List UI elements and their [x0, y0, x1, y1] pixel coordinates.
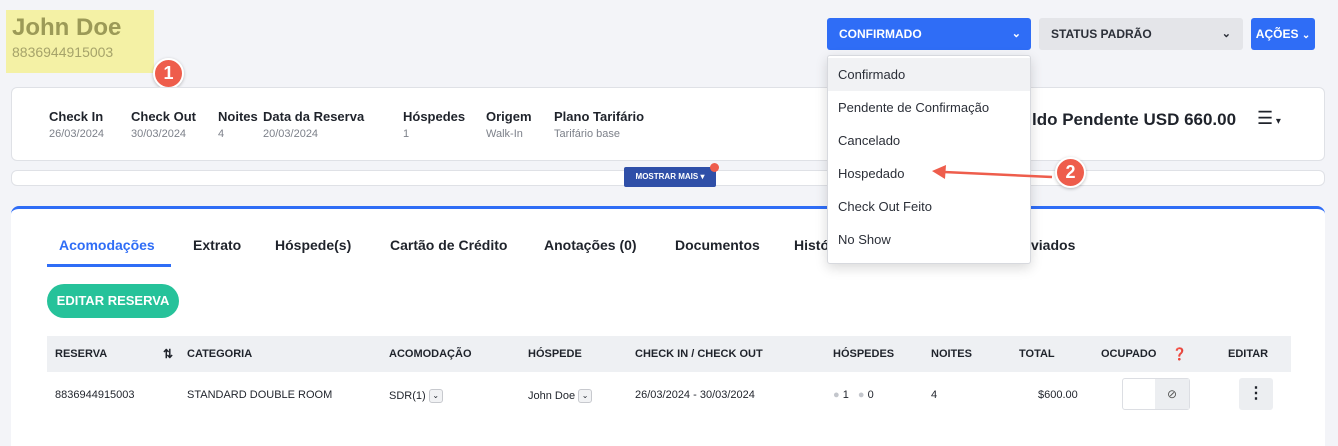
chevron-down-icon: ⌄: [1011, 28, 1021, 40]
active-tab-underline: [47, 264, 171, 267]
tab-statement[interactable]: Extrato: [193, 237, 241, 253]
hamburger-menu-icon[interactable]: ☰ ▾: [1257, 108, 1281, 129]
check-in-label: Check In: [49, 109, 104, 124]
help-icon[interactable]: ❓: [1172, 347, 1187, 361]
origin-label: Origem: [486, 109, 532, 124]
cell-dates: 26/03/2024 - 30/03/2024: [635, 389, 755, 401]
summary-booking-date: Data da Reserva 20/03/2024: [263, 109, 364, 140]
chevron-down-icon: ⌄: [1221, 28, 1231, 40]
tab-history[interactable]: Histó: [794, 237, 829, 253]
cell-nights: 4: [931, 389, 938, 401]
child-icon: ●: [857, 389, 865, 401]
rate-plan-label: Plano Tarifário: [554, 109, 645, 124]
summary-check-in: Check In 26/03/2024: [49, 109, 104, 140]
nights-label: Noites: [218, 109, 258, 124]
status-option-confirmed[interactable]: Confirmado: [828, 58, 1030, 91]
block-icon: ⊘: [1155, 379, 1189, 409]
status-option-checked-out[interactable]: Check Out Feito: [828, 190, 1030, 223]
adults-value: 1: [842, 389, 849, 401]
origin-value: Walk-In: [486, 128, 523, 140]
guest-id: 8836944915003: [12, 44, 114, 60]
guests-value: 1: [403, 128, 410, 140]
annotation-arrow-icon: [932, 165, 1053, 179]
rate-plan-value: Tarifário base: [554, 128, 621, 140]
cell-guest: John Doe ⌄: [528, 389, 593, 403]
summary-rate-plan: Plano Tarifário Tarifário base: [554, 109, 644, 140]
edit-reservation-button[interactable]: EDITAR RESERVA: [47, 284, 179, 318]
step-badge-1: 1: [153, 58, 184, 89]
guests-label: Hóspedes: [403, 109, 466, 124]
summary-check-out: Check Out 30/03/2024: [131, 109, 196, 140]
col-reservation[interactable]: RESERVA: [55, 348, 107, 360]
step-badge-2: 2: [1055, 157, 1086, 188]
row-edit-menu-button[interactable]: ⋮: [1239, 378, 1273, 410]
check-out-value: 30/03/2024: [131, 128, 187, 140]
tab-notes[interactable]: Anotações (0): [544, 237, 637, 253]
notification-dot: [710, 163, 719, 172]
reservation-summary: Check In 26/03/2024 Check Out 30/03/2024…: [11, 87, 1325, 161]
cell-room: SDR(1) ⌄: [389, 389, 443, 403]
cell-category: STANDARD DOUBLE ROOM: [187, 389, 333, 401]
room-value: SDR(1): [389, 389, 426, 402]
sort-icon[interactable]: ⇅: [163, 347, 173, 361]
summary-origin: Origem Walk-In: [486, 109, 532, 140]
show-more-button[interactable]: MOSTRAR MAIS ▾: [624, 167, 716, 187]
cell-reservation: 8836944915003: [55, 389, 135, 401]
status-label: CONFIRMADO: [839, 27, 922, 41]
children-value: 0: [867, 389, 874, 401]
guest-select[interactable]: ⌄: [578, 389, 593, 403]
guest-header: John Doe 8836944915003: [6, 10, 154, 73]
status-option-pending[interactable]: Pendente de Confirmação: [828, 91, 1030, 124]
tab-accommodations[interactable]: Acomodações: [59, 237, 155, 253]
tab-sent[interactable]: viados: [1031, 237, 1075, 253]
chevron-down-icon: ⌄: [1301, 30, 1311, 41]
room-select[interactable]: ⌄: [428, 389, 443, 403]
check-out-label: Check Out: [131, 109, 197, 124]
actions-label: AÇÕES: [1255, 27, 1299, 41]
check-in-value: 26/03/2024: [49, 128, 105, 140]
col-total: TOTAL: [1019, 348, 1055, 360]
status-option-cancelled[interactable]: Cancelado: [828, 124, 1030, 157]
col-occupied: OCUPADO: [1101, 348, 1157, 360]
summary-nights: Noites 4: [218, 109, 258, 140]
status-option-no-show[interactable]: No Show: [828, 223, 1030, 256]
tab-credit-card[interactable]: Cartão de Crédito: [390, 237, 507, 253]
actions-button[interactable]: AÇÕES ⌄: [1251, 18, 1315, 50]
tab-documents[interactable]: Documentos: [675, 237, 760, 253]
reservation-details-card: Acomodações Extrato Hóspede(s) Cartão de…: [11, 206, 1325, 446]
booking-date-label: Data da Reserva: [263, 109, 365, 124]
col-dates: CHECK IN / CHECK OUT: [635, 348, 763, 360]
col-room: ACOMODAÇÃO: [389, 348, 472, 360]
summary-guests: Hóspedes 1: [403, 109, 465, 140]
show-more-label: MOSTRAR MAIS: [635, 172, 699, 181]
tab-guests[interactable]: Hóspede(s): [275, 237, 351, 253]
default-status-button[interactable]: STATUS PADRÃO ⌄: [1039, 18, 1243, 50]
guest-name: John Doe: [12, 14, 122, 41]
occupied-toggle[interactable]: ⊘: [1122, 378, 1190, 410]
pending-balance: ldo Pendente USD 660.00: [1032, 110, 1237, 129]
booking-date-value: 20/03/2024: [263, 128, 319, 140]
status-dropdown-button[interactable]: CONFIRMADO ⌄: [827, 18, 1031, 50]
nights-value: 4: [218, 128, 225, 140]
cell-guest-count: ● 1 ● 0: [833, 389, 874, 401]
col-guest-count: HÓSPEDES: [833, 348, 895, 360]
col-nights: NOITES: [931, 348, 972, 360]
adult-icon: ●: [833, 389, 840, 401]
col-edit: EDITAR: [1228, 348, 1269, 360]
col-guest: HÓSPEDE: [528, 348, 582, 360]
caret-down-icon: ▾: [700, 172, 705, 181]
table-header: RESERVA ⇅ CATEGORIA ACOMODAÇÃO HÓSPEDE C…: [47, 336, 1291, 372]
cell-total: $600.00: [1038, 389, 1078, 401]
col-category: CATEGORIA: [187, 348, 253, 360]
default-status-label: STATUS PADRÃO: [1051, 27, 1152, 41]
guest-value: John Doe: [528, 389, 576, 402]
